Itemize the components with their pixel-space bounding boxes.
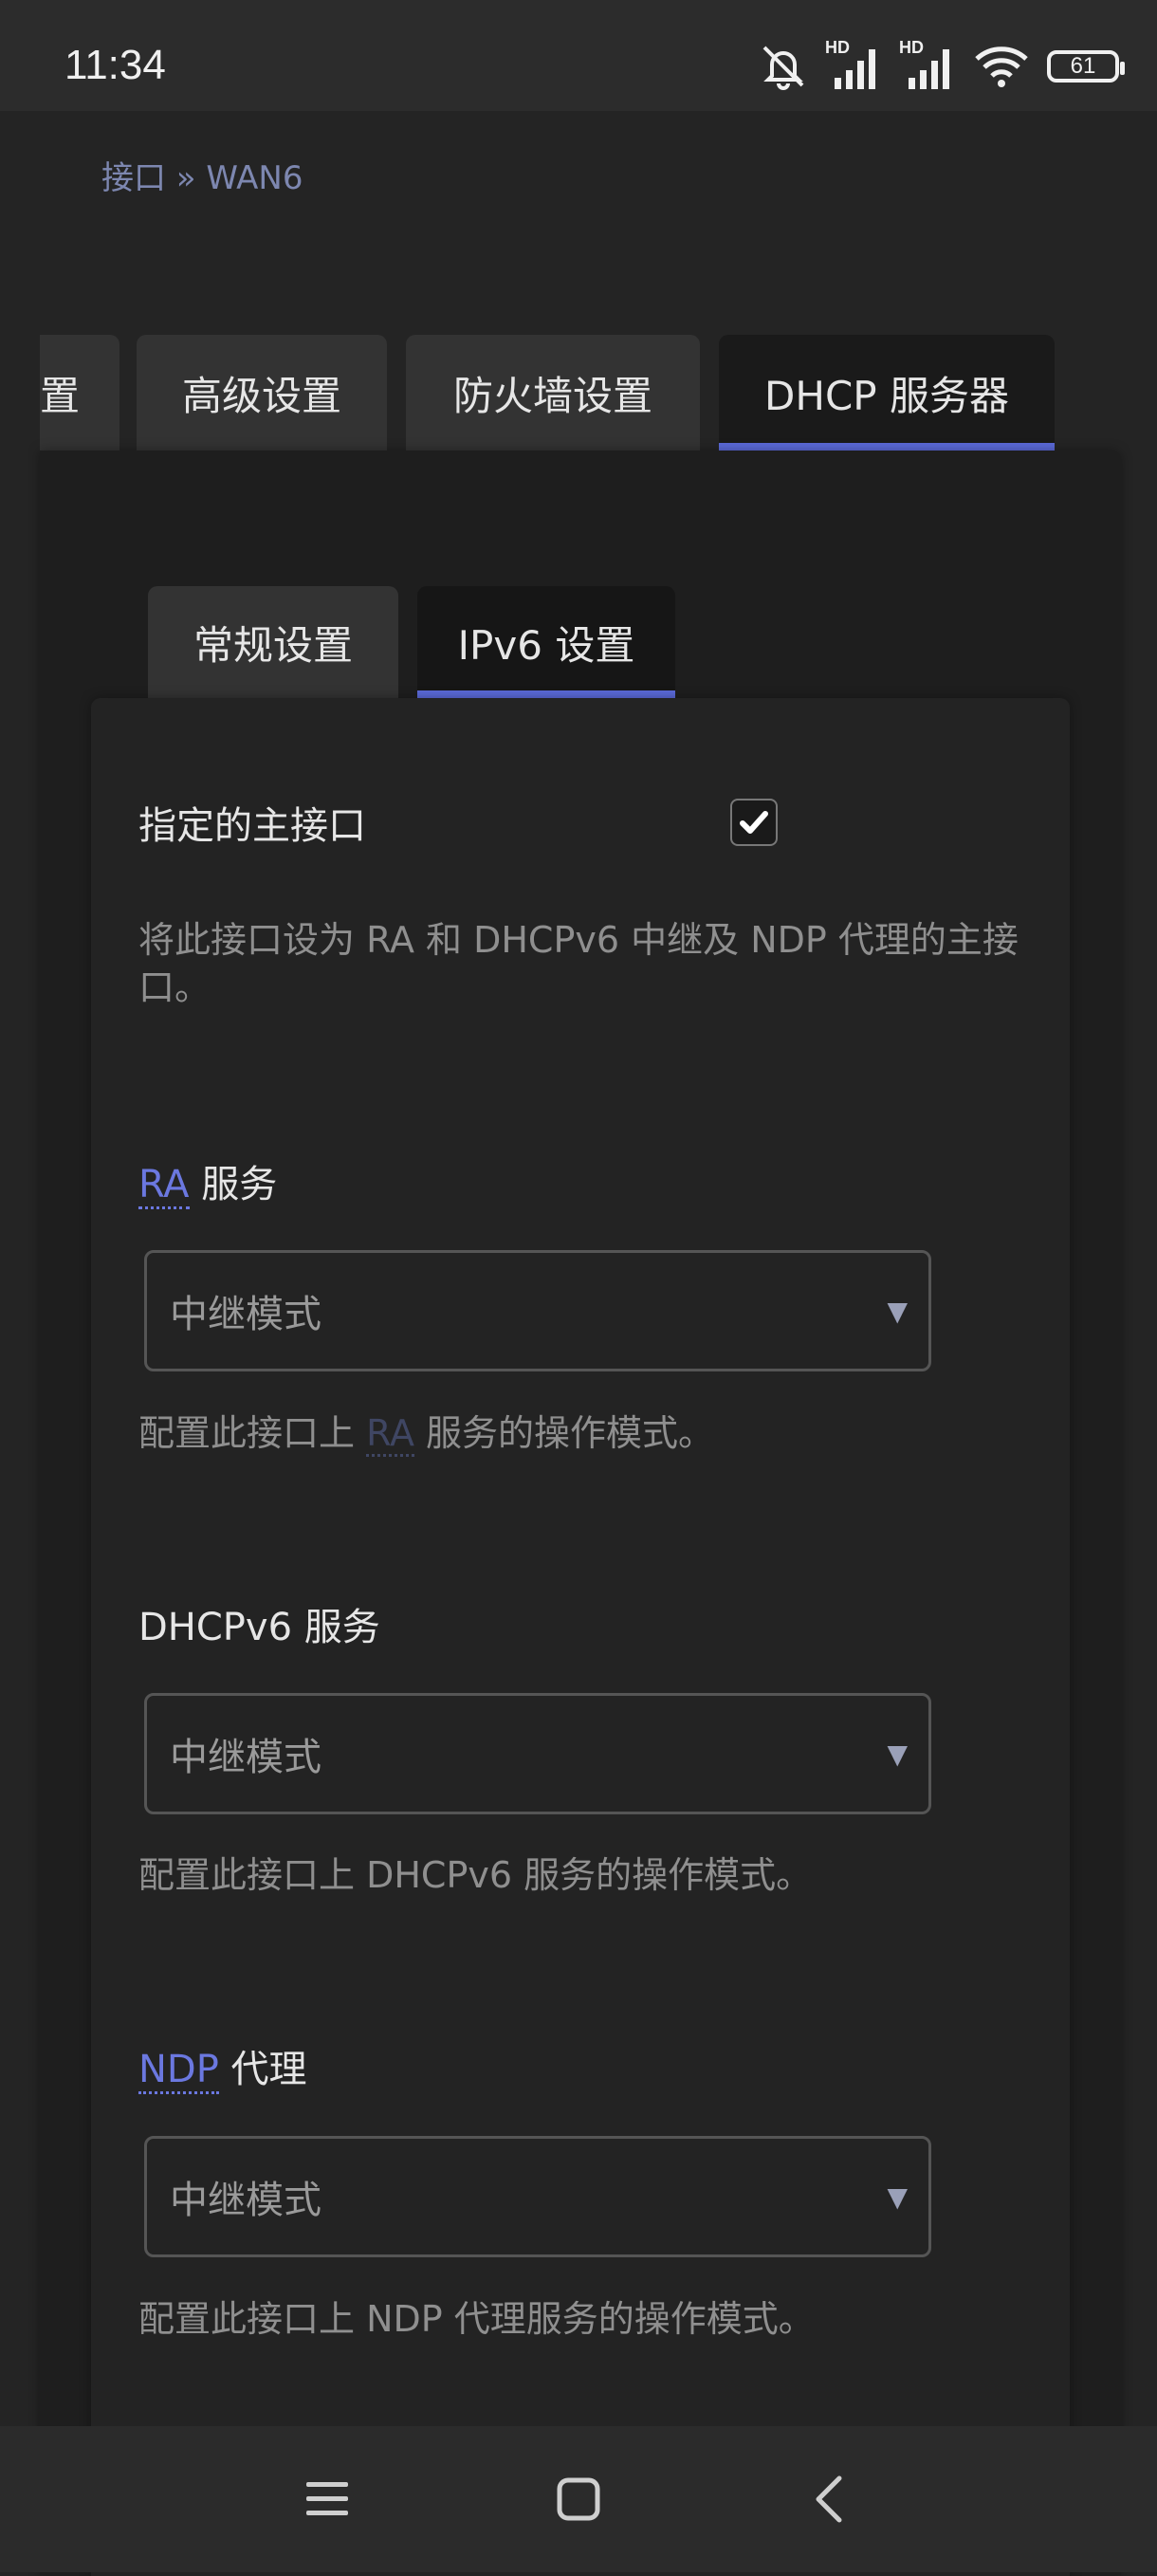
ra-service-value: 中继模式 bbox=[170, 1293, 321, 1336]
tab-dhcp-server[interactable]: DHCP 服务器 bbox=[719, 335, 1055, 451]
status-bar: 11:34 HD HD 61 bbox=[0, 0, 1157, 111]
ra-service-label: RA 服务 bbox=[138, 1153, 278, 1209]
ra-desc-abbr[interactable]: RA bbox=[366, 1412, 414, 1457]
caret-down-icon: ▼ bbox=[887, 1738, 908, 1770]
tab-label: 置 bbox=[40, 372, 81, 419]
caret-down-icon: ▼ bbox=[887, 2180, 908, 2213]
tab-ipv6-settings[interactable]: IPv6 设置 bbox=[417, 586, 675, 698]
signal-1-icon: HD bbox=[825, 38, 882, 91]
ra-abbr[interactable]: RA bbox=[138, 1163, 190, 1209]
mute-bell-icon bbox=[762, 46, 804, 90]
home-icon[interactable] bbox=[522, 2426, 635, 2572]
breadcrumb[interactable]: 接口 » WAN6 bbox=[101, 152, 303, 198]
ra-label-rest: 服务 bbox=[189, 1163, 278, 1206]
tab-firewall-settings[interactable]: 防火墙设置 bbox=[406, 335, 700, 451]
tab-label: 高级设置 bbox=[181, 372, 341, 419]
tab-general-settings[interactable]: 常规设置 bbox=[148, 586, 398, 698]
tab-label: 常规设置 bbox=[193, 621, 353, 669]
signal-2-icon: HD bbox=[899, 38, 956, 91]
navigation-bar bbox=[0, 2426, 1157, 2572]
battery-icon: 61 bbox=[1047, 50, 1125, 83]
master-interface-label: 指定的主接口 bbox=[138, 804, 366, 848]
ndp-proxy-select[interactable]: 中继模式 ▼ bbox=[144, 2136, 931, 2257]
tab-general-partial[interactable]: 置 bbox=[40, 335, 119, 451]
tab-label: DHCP 服务器 bbox=[764, 372, 1009, 419]
wifi-icon bbox=[975, 46, 1028, 87]
desc-text: 配置此接口上 bbox=[138, 1412, 367, 1454]
status-icons: HD HD 61 bbox=[759, 38, 1125, 95]
top-tabs: 置 高级设置 防火墙设置 DHCP 服务器 bbox=[40, 335, 1055, 451]
tab-label: 防火墙设置 bbox=[452, 372, 652, 419]
ra-service-description: 配置此接口上 RA 服务的操作模式。 bbox=[138, 1409, 1030, 1457]
master-interface-description: 将此接口设为 RA 和 DHCPv6 中继及 NDP 代理的主接口。 bbox=[138, 919, 1019, 1008]
caret-down-icon: ▼ bbox=[887, 1295, 908, 1327]
dhcpv6-service-select[interactable]: 中继模式 ▼ bbox=[144, 1693, 931, 1814]
menu-icon[interactable] bbox=[270, 2426, 384, 2572]
battery-level: 61 bbox=[1070, 53, 1096, 79]
status-time: 11:34 bbox=[64, 42, 166, 88]
ndp-proxy-label: NDP 代理 bbox=[138, 2038, 307, 2094]
ndp-abbr[interactable]: NDP bbox=[138, 2048, 219, 2094]
ra-service-select[interactable]: 中继模式 ▼ bbox=[144, 1250, 931, 1371]
dhcpv6-service-value: 中继模式 bbox=[170, 1736, 321, 1779]
back-icon[interactable] bbox=[773, 2426, 887, 2572]
ndp-proxy-description: 配置此接口上 NDP 代理服务的操作模式。 bbox=[138, 2298, 815, 2340]
ndp-proxy-value: 中继模式 bbox=[170, 2179, 321, 2222]
checkmark-icon bbox=[740, 811, 768, 834]
dhcpv6-service-description: 配置此接口上 DHCPv6 服务的操作模式。 bbox=[138, 1854, 813, 1896]
master-interface-checkbox[interactable] bbox=[730, 799, 778, 846]
tab-label: IPv6 设置 bbox=[457, 621, 635, 669]
tab-advanced-settings[interactable]: 高级设置 bbox=[137, 335, 387, 451]
dhcpv6-service-label: DHCPv6 服务 bbox=[138, 1606, 380, 1649]
sub-tabs: 常规设置 IPv6 设置 bbox=[148, 586, 675, 698]
desc-text: 服务的操作模式。 bbox=[413, 1412, 715, 1454]
ndp-label-rest: 代理 bbox=[218, 2048, 307, 2091]
